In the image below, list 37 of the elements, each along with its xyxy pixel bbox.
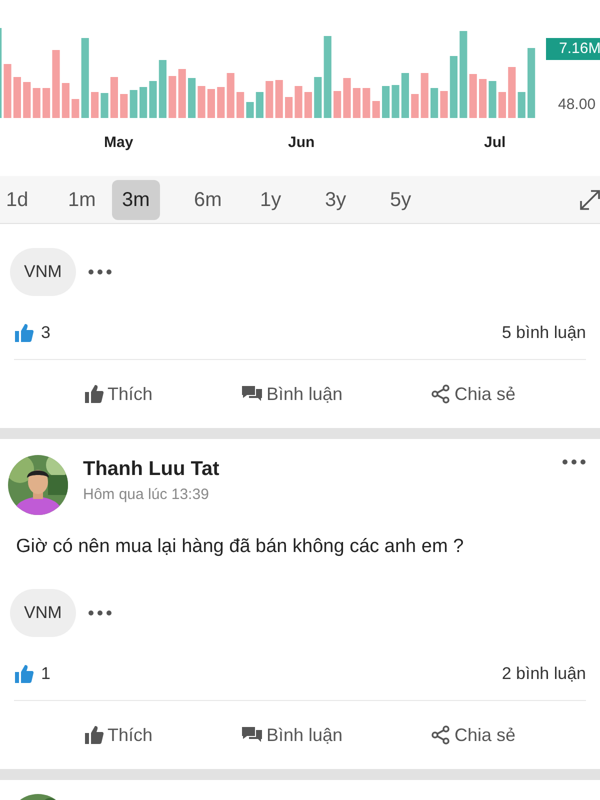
period-tab[interactable]: 1m bbox=[58, 180, 106, 220]
comment-count[interactable]: 2 bình luận bbox=[502, 660, 586, 686]
month-label: May bbox=[104, 133, 134, 153]
share-icon bbox=[431, 725, 452, 745]
like-button[interactable]: Thích bbox=[84, 722, 152, 748]
more-icon[interactable] bbox=[88, 610, 112, 616]
thumbs-up-icon bbox=[84, 725, 104, 745]
period-tab[interactable]: 3m bbox=[112, 180, 160, 220]
like-button[interactable]: Thích bbox=[84, 380, 152, 408]
thumbs-up-icon bbox=[14, 664, 34, 684]
like-count: 1 bbox=[41, 662, 50, 685]
more-icon[interactable] bbox=[562, 459, 586, 465]
share-button[interactable]: Chia sẻ bbox=[431, 722, 516, 748]
thumbs-up-icon bbox=[84, 384, 104, 404]
period-tab[interactable]: 5y bbox=[380, 180, 422, 220]
period-tab[interactable]: 1d bbox=[0, 180, 38, 220]
volume-badge: 7.16M bbox=[546, 38, 600, 60]
share-button[interactable]: Chia sẻ bbox=[431, 380, 516, 408]
post-time: Hôm qua lúc 13:39 bbox=[83, 485, 210, 505]
comment-button[interactable]: Bình luận bbox=[241, 380, 343, 408]
comment-button[interactable]: Bình luận bbox=[241, 722, 343, 748]
period-tab[interactable]: 3y bbox=[315, 180, 356, 220]
thumbs-up-icon bbox=[14, 322, 34, 342]
more-icon[interactable] bbox=[88, 269, 112, 275]
author-name: Thanh Luu Tat bbox=[83, 457, 220, 482]
expand-icon[interactable] bbox=[578, 188, 600, 212]
comment-count[interactable]: 5 bình luận bbox=[502, 320, 586, 346]
like-count: 3 bbox=[41, 322, 50, 344]
share-icon bbox=[431, 384, 452, 404]
post-text: Giờ có nên mua lại hàng đã bán không các anh em ? bbox=[15, 535, 465, 559]
price-axis-label: 48.00 bbox=[558, 95, 596, 115]
stock-tag[interactable]: VNM bbox=[10, 589, 76, 637]
period-tab[interactable]: 1y bbox=[250, 180, 292, 220]
stock-tag[interactable]: VNM bbox=[10, 248, 76, 296]
month-label: Jun bbox=[288, 133, 315, 153]
month-label: Jul bbox=[484, 133, 506, 153]
period-tab[interactable]: 6m bbox=[184, 180, 232, 220]
